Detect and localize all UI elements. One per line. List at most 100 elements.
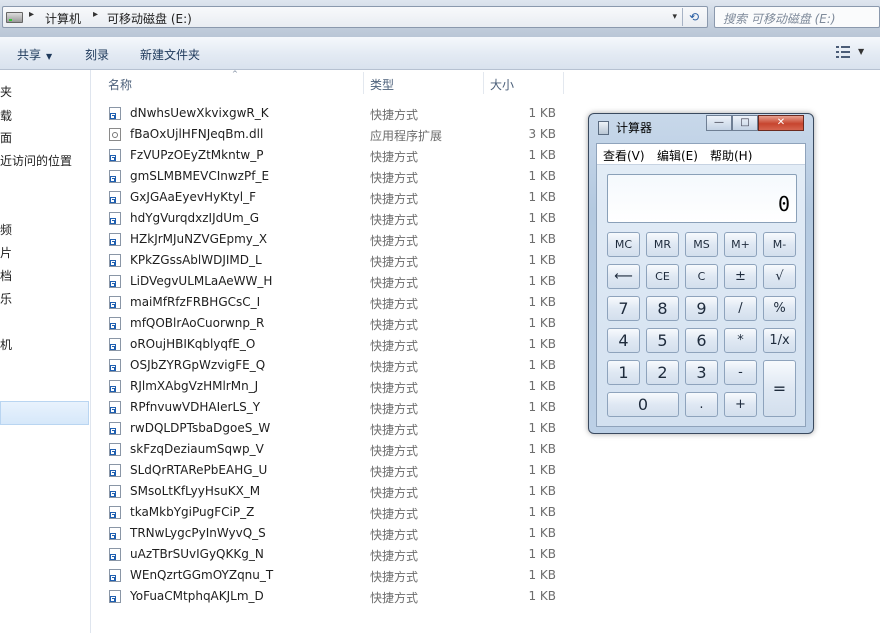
minimize-button[interactable]: — bbox=[706, 115, 732, 131]
file-row[interactable]: oROujHBIKqblyqfE_O 快捷方式 1 KB bbox=[91, 334, 571, 355]
file-name: HZkJrMJuNZVGEpmy_X bbox=[130, 232, 268, 246]
nav-item-desktop[interactable]: 面 bbox=[0, 129, 12, 146]
file-size: 1 KB bbox=[528, 421, 556, 435]
nav-item-documents[interactable]: 档 bbox=[0, 267, 12, 284]
column-divider[interactable] bbox=[363, 72, 364, 94]
column-header-size[interactable]: 大小 bbox=[490, 76, 514, 93]
menu-view[interactable]: 查看(V) bbox=[603, 147, 645, 164]
address-bar[interactable]: ▸ 计算机 ▸ 可移动磁盘 (E:) ▾ ⟲ bbox=[2, 6, 708, 28]
file-name: oROujHBIKqblyqfE_O bbox=[130, 337, 256, 351]
column-divider[interactable] bbox=[563, 72, 564, 94]
nav-item-videos[interactable]: 频 bbox=[0, 221, 12, 238]
key-c-button[interactable]: C bbox=[685, 264, 718, 289]
file-row[interactable]: gmSLMBMEVCInwzPf_E 快捷方式 1 KB bbox=[91, 166, 571, 187]
search-input[interactable]: 搜索 可移动磁盘 (E:) bbox=[714, 6, 880, 28]
maximize-button[interactable]: □ bbox=[732, 115, 758, 131]
file-row[interactable]: SLdQrRTARePbEAHG_U 快捷方式 1 KB bbox=[91, 460, 571, 481]
breadcrumb-separator-icon[interactable]: ▸ bbox=[93, 9, 98, 20]
key-minus-button[interactable]: - bbox=[724, 360, 757, 385]
file-row[interactable]: dNwhsUewXkvixgwR_K 快捷方式 1 KB bbox=[91, 103, 571, 124]
key-mr-button[interactable]: MR bbox=[646, 232, 679, 257]
key-0-button[interactable]: 0 bbox=[607, 392, 679, 417]
file-row[interactable]: TRNwLygcPyInWyvQ_S 快捷方式 1 KB bbox=[91, 523, 571, 544]
key-multiply-button[interactable]: * bbox=[724, 328, 757, 353]
file-row[interactable]: rwDQLDPTsbaDgoeS_W 快捷方式 1 KB bbox=[91, 418, 571, 439]
key-2-button[interactable]: 2 bbox=[646, 360, 679, 385]
file-row[interactable]: GxJGAaEyevHyKtyl_F 快捷方式 1 KB bbox=[91, 187, 571, 208]
file-size: 1 KB bbox=[528, 400, 556, 414]
breadcrumb-removable-disk[interactable]: 可移动磁盘 (E:) bbox=[107, 10, 192, 27]
shortcut-icon bbox=[109, 254, 121, 267]
key-divide-button[interactable]: / bbox=[724, 296, 757, 321]
new-folder-button[interactable]: 新建文件夹 bbox=[140, 46, 200, 63]
menu-edit[interactable]: 编辑(E) bbox=[657, 147, 698, 164]
key-plus-button[interactable]: + bbox=[724, 392, 757, 417]
key-3-button[interactable]: 3 bbox=[685, 360, 718, 385]
file-row[interactable]: HZkJrMJuNZVGEpmy_X 快捷方式 1 KB bbox=[91, 229, 571, 250]
file-row[interactable]: SMsoLtKfLyyHsuKX_M 快捷方式 1 KB bbox=[91, 481, 571, 502]
nav-item-recent-places[interactable]: 近访问的位置 bbox=[0, 152, 72, 169]
shortcut-icon bbox=[109, 401, 121, 414]
calculator-display: 0 bbox=[607, 174, 797, 223]
file-row[interactable]: RJlmXAbgVzHMlrMn_J 快捷方式 1 KB bbox=[91, 376, 571, 397]
nav-item-pictures[interactable]: 片 bbox=[0, 244, 12, 261]
key-6-button[interactable]: 6 bbox=[685, 328, 718, 353]
command-toolbar: 共享 ▼ 刻录 新建文件夹 ▼ bbox=[0, 37, 880, 70]
key-percent-button[interactable]: % bbox=[763, 296, 796, 321]
nav-item-folder[interactable]: 夹 bbox=[0, 83, 12, 100]
key-4-button[interactable]: 4 bbox=[607, 328, 640, 353]
key-ce-button[interactable]: CE bbox=[646, 264, 679, 289]
key-9-button[interactable]: 9 bbox=[685, 296, 718, 321]
column-header-type[interactable]: 类型 bbox=[370, 76, 394, 93]
file-row[interactable]: WEnQzrtGGmOYZqnu_T 快捷方式 1 KB bbox=[91, 565, 571, 586]
file-row[interactable]: mfQOBlrAoCuorwnp_R 快捷方式 1 KB bbox=[91, 313, 571, 334]
file-row[interactable]: FzVUPzOEyZtMkntw_P 快捷方式 1 KB bbox=[91, 145, 571, 166]
breadcrumb-separator-icon[interactable]: ▸ bbox=[29, 9, 34, 20]
file-row[interactable]: skFzqDeziaumSqwp_V 快捷方式 1 KB bbox=[91, 439, 571, 460]
share-menu-button[interactable]: 共享 ▼ bbox=[17, 46, 52, 63]
file-row[interactable]: RPfnvuwVDHAIerLS_Y 快捷方式 1 KB bbox=[91, 397, 571, 418]
address-history-dropdown-icon[interactable]: ▾ bbox=[672, 12, 677, 22]
burn-button[interactable]: 刻录 bbox=[85, 46, 109, 63]
file-row[interactable]: hdYgVurqdxzIJdUm_G 快捷方式 1 KB bbox=[91, 208, 571, 229]
menu-help[interactable]: 帮助(H) bbox=[710, 147, 752, 164]
key-mc-button[interactable]: MC bbox=[607, 232, 640, 257]
file-row[interactable]: OSJbZYRGpWzvigFE_Q 快捷方式 1 KB bbox=[91, 355, 571, 376]
nav-item-computer[interactable]: 机 bbox=[0, 336, 12, 353]
close-button[interactable]: ✕ bbox=[758, 115, 804, 131]
key-8-button[interactable]: 8 bbox=[646, 296, 679, 321]
key-equals-button[interactable]: = bbox=[763, 360, 796, 417]
key-decimal-button[interactable]: . bbox=[685, 392, 718, 417]
column-divider[interactable] bbox=[483, 72, 484, 94]
shortcut-icon bbox=[109, 191, 121, 204]
column-header-name[interactable]: 名称 bbox=[108, 76, 132, 93]
key-sqrt-button[interactable]: √ bbox=[763, 264, 796, 289]
file-row[interactable]: tkaMkbYgiPugFCiP_Z 快捷方式 1 KB bbox=[91, 502, 571, 523]
file-type: 快捷方式 bbox=[370, 570, 419, 584]
file-name: hdYgVurqdxzIJdUm_G bbox=[130, 211, 259, 225]
key-5-button[interactable]: 5 bbox=[646, 328, 679, 353]
nav-item-downloads[interactable]: 载 bbox=[0, 107, 12, 124]
key-mminus-button[interactable]: M- bbox=[763, 232, 796, 257]
file-row[interactable]: KPkZGssAblWDJIMD_L 快捷方式 1 KB bbox=[91, 250, 571, 271]
key-7-button[interactable]: 7 bbox=[607, 296, 640, 321]
key-plusminus-button[interactable]: ± bbox=[724, 264, 757, 289]
key-mplus-button[interactable]: M+ bbox=[724, 232, 757, 257]
calculator-window[interactable]: 计算器 — □ ✕ 查看(V) 编辑(E) 帮助(H) 0 MC MR MS M+ M-… bbox=[588, 113, 814, 434]
file-type: 快捷方式 bbox=[370, 255, 419, 269]
file-row[interactable]: YoFuaCMtphqAKJLm_D 快捷方式 1 KB bbox=[91, 586, 571, 607]
key-reciprocal-button[interactable]: 1/x bbox=[763, 328, 796, 353]
file-row[interactable]: uAzTBrSUvIGyQKKg_N 快捷方式 1 KB bbox=[91, 544, 571, 565]
view-options-icon[interactable] bbox=[836, 46, 850, 58]
key-1-button[interactable]: 1 bbox=[607, 360, 640, 385]
key-ms-button[interactable]: MS bbox=[685, 232, 718, 257]
file-row[interactable]: LiDVegvULMLaAeWW_H 快捷方式 1 KB bbox=[91, 271, 571, 292]
view-options-dropdown-icon[interactable]: ▼ bbox=[858, 47, 864, 56]
nav-item-music[interactable]: 乐 bbox=[0, 290, 12, 307]
file-row[interactable]: maiMfRfzFRBHGCsC_I 快捷方式 1 KB bbox=[91, 292, 571, 313]
key-backspace-button[interactable]: ⟵ bbox=[607, 264, 640, 289]
file-row[interactable]: fBaOxUjlHFNJeqBm.dll 应用程序扩展 3 KB bbox=[91, 124, 571, 145]
refresh-icon[interactable]: ⟲ bbox=[682, 8, 705, 26]
drive-icon bbox=[6, 12, 23, 23]
breadcrumb-computer[interactable]: 计算机 bbox=[45, 10, 81, 27]
